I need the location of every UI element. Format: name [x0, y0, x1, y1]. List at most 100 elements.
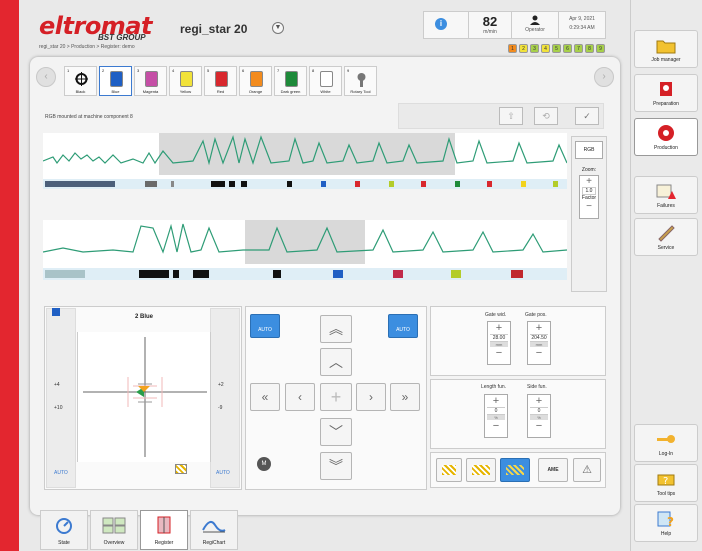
- auto-right-button[interactable]: AUTO: [388, 314, 418, 338]
- color-number: 6: [242, 68, 245, 73]
- help-icon: ?: [655, 509, 677, 529]
- date-text: Apr 9, 2021: [569, 16, 595, 22]
- machine-dropdown-icon[interactable]: ▼: [272, 22, 284, 34]
- tab-label: Overview: [103, 540, 125, 546]
- sidebar-item-failures[interactable]: Failures: [634, 176, 698, 214]
- register-tab[interactable]: Register: [140, 510, 188, 550]
- color-swatch: [285, 71, 298, 87]
- sidebar-item-preparation[interactable]: Preparation: [634, 74, 698, 112]
- regichart-tab[interactable]: RegiChart: [190, 510, 238, 550]
- tab-label: Register: [154, 540, 174, 546]
- next-color-button[interactable]: ›: [594, 67, 614, 87]
- center-button[interactable]: +: [320, 383, 352, 411]
- sidebar-item-log-in[interactable]: Log-In: [634, 424, 698, 462]
- warning-icon[interactable]: ⚠: [573, 458, 601, 482]
- gate-pos-label: Gate pos.: [525, 312, 547, 318]
- user-box[interactable]: Operator: [511, 11, 559, 39]
- auto-left-button[interactable]: AUTO: [250, 314, 280, 338]
- cut-point-9: 9: [596, 44, 605, 53]
- color-number: 9: [347, 68, 350, 73]
- sidebar-item-label: Tool tips: [656, 491, 676, 497]
- svg-text:?: ?: [663, 476, 668, 487]
- sidebar-item-label: Help: [660, 531, 672, 537]
- roller-tool-button[interactable]: [436, 458, 462, 482]
- sidebar-item-job-manager[interactable]: Job manager: [634, 30, 698, 68]
- fit-button[interactable]: ⟲: [534, 107, 558, 125]
- length-tune-unit: %: [487, 415, 505, 420]
- color-tab-magenta[interactable]: 3 Magenta: [134, 66, 167, 96]
- color-name: Dark green: [280, 89, 301, 94]
- gate-pos-value: 204.50: [530, 334, 548, 342]
- sidebar-item-help[interactable]: ? Help: [634, 504, 698, 542]
- up-button[interactable]: ︿: [320, 348, 352, 376]
- right-axis-strip: [210, 308, 240, 488]
- down-button[interactable]: ﹀: [320, 418, 352, 446]
- confirm-check-icon[interactable]: ✓: [575, 107, 599, 125]
- register-icon: [141, 515, 187, 537]
- sidebar-item-tool-tips[interactable]: ? Tool tips: [634, 464, 698, 502]
- left-auto-label[interactable]: AUTO: [54, 470, 68, 476]
- mark-button[interactable]: ⇧: [499, 107, 523, 125]
- color-tab-dark-green[interactable]: 7 Dark green: [274, 66, 307, 96]
- sidebar-item-production[interactable]: Production: [634, 118, 698, 156]
- waveform-lower: [42, 220, 568, 280]
- info-icon[interactable]: i: [435, 18, 447, 30]
- sensor-description: RGB mounted at machine component 8: [45, 114, 133, 120]
- bottom-tab-bar: State Overview Register RegiChart: [40, 510, 238, 550]
- gate-width-stepper[interactable]: +28.00 mm −: [487, 321, 511, 365]
- rotary-tool-icon: [355, 71, 368, 87]
- crosshair-graph: [83, 337, 207, 457]
- m-button[interactable]: M: [257, 457, 271, 471]
- speed-unit: m/min: [483, 29, 497, 35]
- svg-text:?: ?: [667, 515, 674, 529]
- left-button[interactable]: ‹: [285, 383, 315, 411]
- rgb-button[interactable]: RGB: [575, 141, 603, 159]
- color-name: Rotary Tool: [350, 89, 371, 94]
- brand-red-bar: [0, 0, 19, 551]
- gate-pos-unit: mm: [530, 342, 548, 347]
- color-tab-yellow[interactable]: 4 Yellow: [169, 66, 202, 96]
- right-button[interactable]: ›: [356, 383, 386, 411]
- sidebar-item-label: Production: [654, 145, 678, 151]
- right-auto-label[interactable]: AUTO: [216, 470, 230, 476]
- gate-pos-stepper[interactable]: +204.50 mm −: [527, 321, 551, 365]
- left-bottom-offset: +10: [54, 405, 63, 411]
- roller-icon[interactable]: [175, 464, 187, 474]
- color-number: 5: [207, 68, 210, 73]
- fast-down-button[interactable]: ︾: [320, 452, 352, 480]
- wrench-icon: [655, 223, 677, 243]
- gauge-icon: [41, 515, 87, 537]
- ame-button[interactable]: AME: [538, 458, 568, 482]
- cut-point-2: 2: [519, 44, 528, 53]
- fast-right-button[interactable]: »: [390, 383, 420, 411]
- color-tab-rotary-tool[interactable]: 9 Rotary Tool: [344, 66, 377, 96]
- zoom-plus-icon[interactable]: +: [580, 176, 598, 187]
- fast-up-button[interactable]: ︽: [320, 315, 352, 343]
- color-tab-white[interactable]: 8 White: [309, 66, 342, 96]
- waveform-upper: [42, 133, 568, 189]
- sidebar-item-label: Preparation: [653, 101, 679, 107]
- sidebar-item-label: Service: [657, 245, 675, 251]
- color-name: Blue: [111, 89, 120, 94]
- color-number: 2: [102, 68, 105, 73]
- zoom-stepper[interactable]: + 1.0 Factor −: [579, 175, 599, 219]
- color-tab-black[interactable]: 1 Black: [64, 66, 97, 96]
- fast-left-button[interactable]: «: [250, 383, 280, 411]
- preparation-icon: [655, 79, 677, 99]
- register-crosshair-view[interactable]: [77, 332, 211, 462]
- roller-split-button[interactable]: [466, 458, 496, 482]
- color-tab-red[interactable]: 5 Red: [204, 66, 237, 96]
- zoom-minus-icon[interactable]: −: [580, 201, 598, 212]
- length-tune-stepper[interactable]: +0% −: [484, 394, 508, 438]
- color-tab-blue[interactable]: 2 Blue: [99, 66, 132, 96]
- color-tab-orange[interactable]: 6 Orange: [239, 66, 272, 96]
- overview-tab[interactable]: Overview: [90, 510, 138, 550]
- roller-active-button[interactable]: [500, 458, 530, 482]
- state-tab[interactable]: State: [40, 510, 88, 550]
- color-name: Black: [75, 89, 86, 94]
- zoom-value: 1.0: [582, 187, 596, 195]
- color-swatch: [180, 71, 193, 87]
- prev-color-button[interactable]: ‹: [36, 67, 56, 87]
- sidebar-item-service[interactable]: Service: [634, 218, 698, 256]
- side-tune-stepper[interactable]: +0% −: [527, 394, 551, 438]
